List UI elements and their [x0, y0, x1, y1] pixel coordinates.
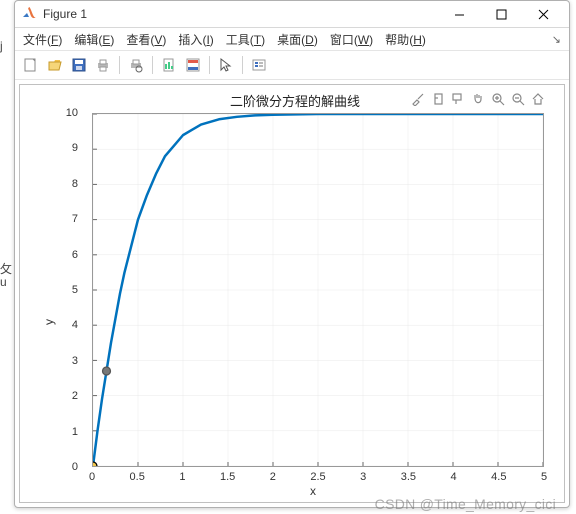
print-preview-button[interactable]	[126, 55, 146, 75]
toolbar-sep	[152, 56, 153, 74]
menubar: 文件(F) 编辑(E) 查看(V) 插入(I) 工具(T) 桌面(D) 窗口(W…	[15, 28, 569, 51]
menu-view[interactable]: 查看(V)	[126, 31, 166, 48]
window-controls	[439, 2, 563, 26]
x-tick-label: 2.5	[310, 471, 325, 483]
brush-icon[interactable]	[410, 91, 426, 107]
toolbar-dropdown-icon[interactable]: ↘	[552, 33, 561, 46]
figure-window: Figure 1 文件(F) 编辑(E) 查看(V) 插入(I) 工具(T) 桌…	[14, 0, 570, 508]
x-tick-label: 1.5	[220, 471, 235, 483]
menu-window[interactable]: 窗口(W)	[330, 31, 373, 48]
menu-help[interactable]: 帮助(H)	[385, 31, 426, 48]
y-tick-label: 8	[48, 178, 78, 190]
x-tick-label: 3	[360, 471, 366, 483]
window-title: Figure 1	[43, 7, 439, 21]
x-tick-label: 1	[179, 471, 185, 483]
axes-toolbar	[410, 91, 546, 107]
close-button[interactable]	[523, 2, 563, 26]
datatip-icon[interactable]	[450, 91, 466, 107]
watermark-text: CSDN @Time_Memory_cici	[375, 496, 556, 512]
x-tick-label: 3.5	[401, 471, 416, 483]
y-tick-label: 7	[48, 213, 78, 225]
open-button[interactable]	[45, 55, 65, 75]
zoom-in-icon[interactable]	[490, 91, 506, 107]
insert-legend-button[interactable]	[249, 55, 269, 75]
x-tick-label: 4	[451, 471, 457, 483]
x-tick-label: 0.5	[130, 471, 145, 483]
new-figure-button[interactable]	[21, 55, 41, 75]
y-tick-label: 6	[48, 249, 78, 261]
y-tick-label: 10	[48, 107, 78, 119]
menu-desktop[interactable]: 桌面(D)	[277, 31, 318, 48]
home-icon[interactable]	[530, 91, 546, 107]
y-tick-label: 5	[48, 284, 78, 296]
menu-tools[interactable]: 工具(T)	[226, 31, 265, 48]
y-tick-label: 0	[48, 461, 78, 473]
figure-canvas[interactable]: 二阶微分方程的解曲线 y x 01234567891000.511.522.53…	[19, 84, 565, 503]
note-icon[interactable]	[430, 91, 446, 107]
toolbar	[15, 51, 569, 80]
y-tick-label: 1	[48, 426, 78, 438]
x-tick-label: 0	[89, 471, 95, 483]
y-tick-label: 3	[48, 355, 78, 367]
x-axis-label: x	[310, 484, 316, 498]
matlab-icon	[21, 5, 37, 24]
toolbar-sep	[119, 56, 120, 74]
toolbar-sep	[242, 56, 243, 74]
x-tick-label: 5	[541, 471, 547, 483]
maximize-button[interactable]	[481, 2, 521, 26]
axes-box[interactable]	[92, 113, 544, 467]
x-tick-label: 2	[270, 471, 276, 483]
link-button[interactable]	[159, 55, 179, 75]
y-tick-label: 2	[48, 390, 78, 402]
minimize-button[interactable]	[439, 2, 479, 26]
chart-title: 二阶微分方程的解曲线	[230, 91, 360, 110]
cropped-left-strip: j 攵 u	[0, 0, 14, 514]
edit-plot-cursor-button[interactable]	[216, 55, 236, 75]
titlebar: Figure 1	[15, 1, 569, 28]
save-button[interactable]	[69, 55, 89, 75]
pan-icon[interactable]	[470, 91, 486, 107]
y-tick-label: 9	[48, 142, 78, 154]
y-tick-label: 4	[48, 319, 78, 331]
menu-insert[interactable]: 插入(I)	[178, 31, 213, 48]
toolbar-sep	[209, 56, 210, 74]
x-tick-label: 4.5	[491, 471, 506, 483]
print-button[interactable]	[93, 55, 113, 75]
zoom-out-icon[interactable]	[510, 91, 526, 107]
insert-colorbar-button[interactable]	[183, 55, 203, 75]
menu-edit[interactable]: 编辑(E)	[74, 31, 114, 48]
menu-file[interactable]: 文件(F)	[23, 31, 62, 48]
